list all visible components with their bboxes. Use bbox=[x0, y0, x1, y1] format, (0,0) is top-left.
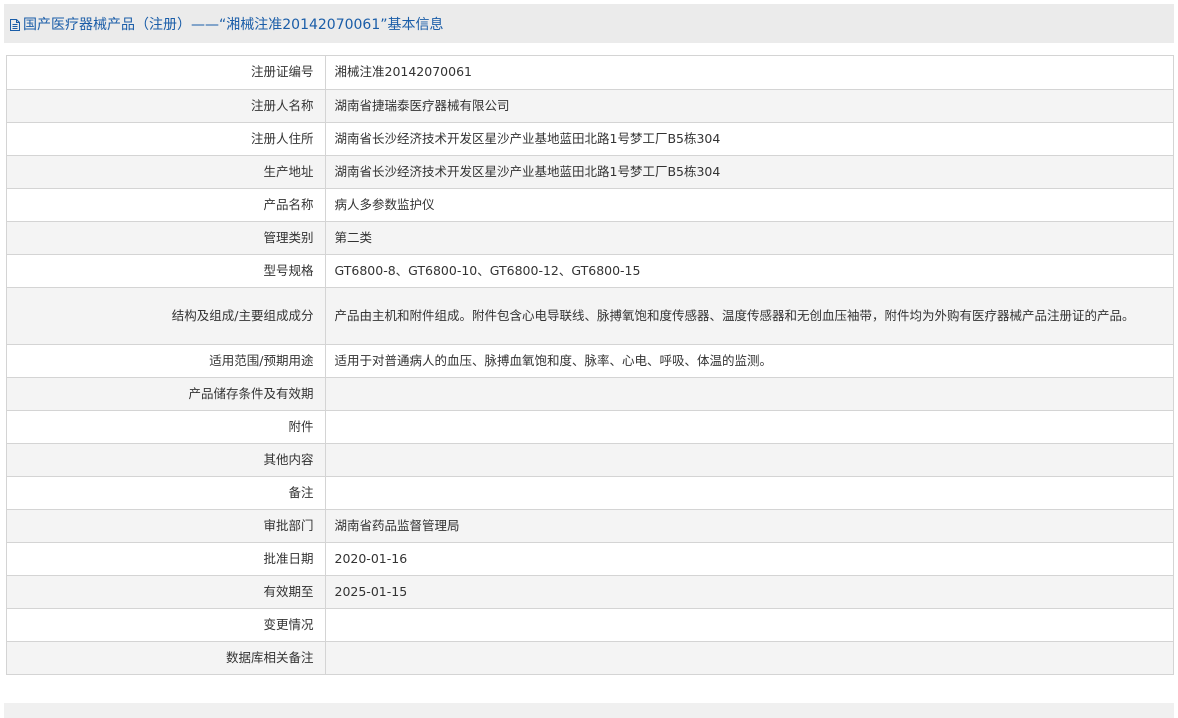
table-row: 结构及组成/主要组成成分 产品由主机和附件组成。附件包含心电导联线、脉搏氧饱和度… bbox=[7, 287, 1173, 345]
row-label: 数据库相关备注 bbox=[7, 641, 326, 674]
row-label: 产品名称 bbox=[7, 188, 326, 222]
row-value: 适用于对普通病人的血压、脉搏血氧饱和度、脉率、心电、呼吸、体温的监测。 bbox=[325, 344, 1173, 378]
row-value: 产品由主机和附件组成。附件包含心电导联线、脉搏氧饱和度传感器、温度传感器和无创血… bbox=[325, 287, 1173, 345]
table-row: 生产地址 湖南省长沙经济技术开发区星沙产业基地蓝田北路1号梦工厂B5栋304 bbox=[7, 155, 1173, 189]
table-row: 注册人住所 湖南省长沙经济技术开发区星沙产业基地蓝田北路1号梦工厂B5栋304 bbox=[7, 122, 1173, 156]
bottom-bar bbox=[4, 703, 1174, 718]
row-label: 批准日期 bbox=[7, 542, 326, 576]
row-label: 注册人名称 bbox=[7, 89, 326, 123]
table-row: 其他内容 bbox=[7, 443, 1173, 477]
row-value: 湖南省捷瑞泰医疗器械有限公司 bbox=[325, 89, 1173, 123]
row-value: GT6800-8、GT6800-10、GT6800-12、GT6800-15 bbox=[325, 254, 1173, 288]
row-value: 湖南省药品监督管理局 bbox=[325, 509, 1173, 543]
table-row: 备注 bbox=[7, 476, 1173, 510]
row-value: 第二类 bbox=[325, 221, 1173, 255]
row-label: 生产地址 bbox=[7, 155, 326, 189]
table-row: 型号规格 GT6800-8、GT6800-10、GT6800-12、GT6800… bbox=[7, 254, 1173, 288]
info-table-body: 注册证编号 湘械注准20142070061 注册人名称 湖南省捷瑞泰医疗器械有限… bbox=[7, 56, 1173, 674]
row-value bbox=[325, 410, 1173, 444]
info-table-container: 注册证编号 湘械注准20142070061 注册人名称 湖南省捷瑞泰医疗器械有限… bbox=[6, 55, 1174, 675]
row-value: 病人多参数监护仪 bbox=[325, 188, 1173, 222]
row-label: 管理类别 bbox=[7, 221, 326, 255]
row-value bbox=[325, 641, 1173, 674]
row-value: 2025-01-15 bbox=[325, 575, 1173, 609]
row-label: 变更情况 bbox=[7, 608, 326, 642]
row-label: 审批部门 bbox=[7, 509, 326, 543]
table-row: 管理类别 第二类 bbox=[7, 221, 1173, 255]
title-bar: 国产医疗器械产品（注册）——“湘械注准20142070061”基本信息 bbox=[4, 4, 1174, 43]
row-value bbox=[325, 608, 1173, 642]
table-row: 数据库相关备注 bbox=[7, 641, 1173, 674]
row-value bbox=[325, 443, 1173, 477]
table-row: 适用范围/预期用途 适用于对普通病人的血压、脉搏血氧饱和度、脉率、心电、呼吸、体… bbox=[7, 344, 1173, 378]
row-value: 湘械注准20142070061 bbox=[325, 56, 1173, 90]
row-label: 型号规格 bbox=[7, 254, 326, 288]
document-icon bbox=[8, 17, 22, 31]
row-label: 注册证编号 bbox=[7, 56, 326, 90]
row-label: 产品储存条件及有效期 bbox=[7, 377, 326, 411]
row-value bbox=[325, 377, 1173, 411]
info-table: 注册证编号 湘械注准20142070061 注册人名称 湖南省捷瑞泰医疗器械有限… bbox=[7, 56, 1173, 674]
table-row: 产品名称 病人多参数监护仪 bbox=[7, 188, 1173, 222]
row-label: 结构及组成/主要组成成分 bbox=[7, 287, 326, 345]
table-row: 有效期至 2025-01-15 bbox=[7, 575, 1173, 609]
table-row: 产品储存条件及有效期 bbox=[7, 377, 1173, 411]
row-value: 2020-01-16 bbox=[325, 542, 1173, 576]
table-row: 注册人名称 湖南省捷瑞泰医疗器械有限公司 bbox=[7, 89, 1173, 123]
row-label: 其他内容 bbox=[7, 443, 326, 477]
page-title: 国产医疗器械产品（注册）——“湘械注准20142070061”基本信息 bbox=[23, 16, 444, 33]
row-value bbox=[325, 476, 1173, 510]
row-value: 湖南省长沙经济技术开发区星沙产业基地蓝田北路1号梦工厂B5栋304 bbox=[325, 155, 1173, 189]
row-label: 适用范围/预期用途 bbox=[7, 344, 326, 378]
table-row: 注册证编号 湘械注准20142070061 bbox=[7, 56, 1173, 90]
table-row: 批准日期 2020-01-16 bbox=[7, 542, 1173, 576]
table-row: 审批部门 湖南省药品监督管理局 bbox=[7, 509, 1173, 543]
row-label: 注册人住所 bbox=[7, 122, 326, 156]
table-row: 变更情况 bbox=[7, 608, 1173, 642]
row-label: 备注 bbox=[7, 476, 326, 510]
row-label: 有效期至 bbox=[7, 575, 326, 609]
page: 国产医疗器械产品（注册）——“湘械注准20142070061”基本信息 注册证编… bbox=[0, 0, 1178, 718]
row-value: 湖南省长沙经济技术开发区星沙产业基地蓝田北路1号梦工厂B5栋304 bbox=[325, 122, 1173, 156]
table-row: 附件 bbox=[7, 410, 1173, 444]
row-label: 附件 bbox=[7, 410, 326, 444]
